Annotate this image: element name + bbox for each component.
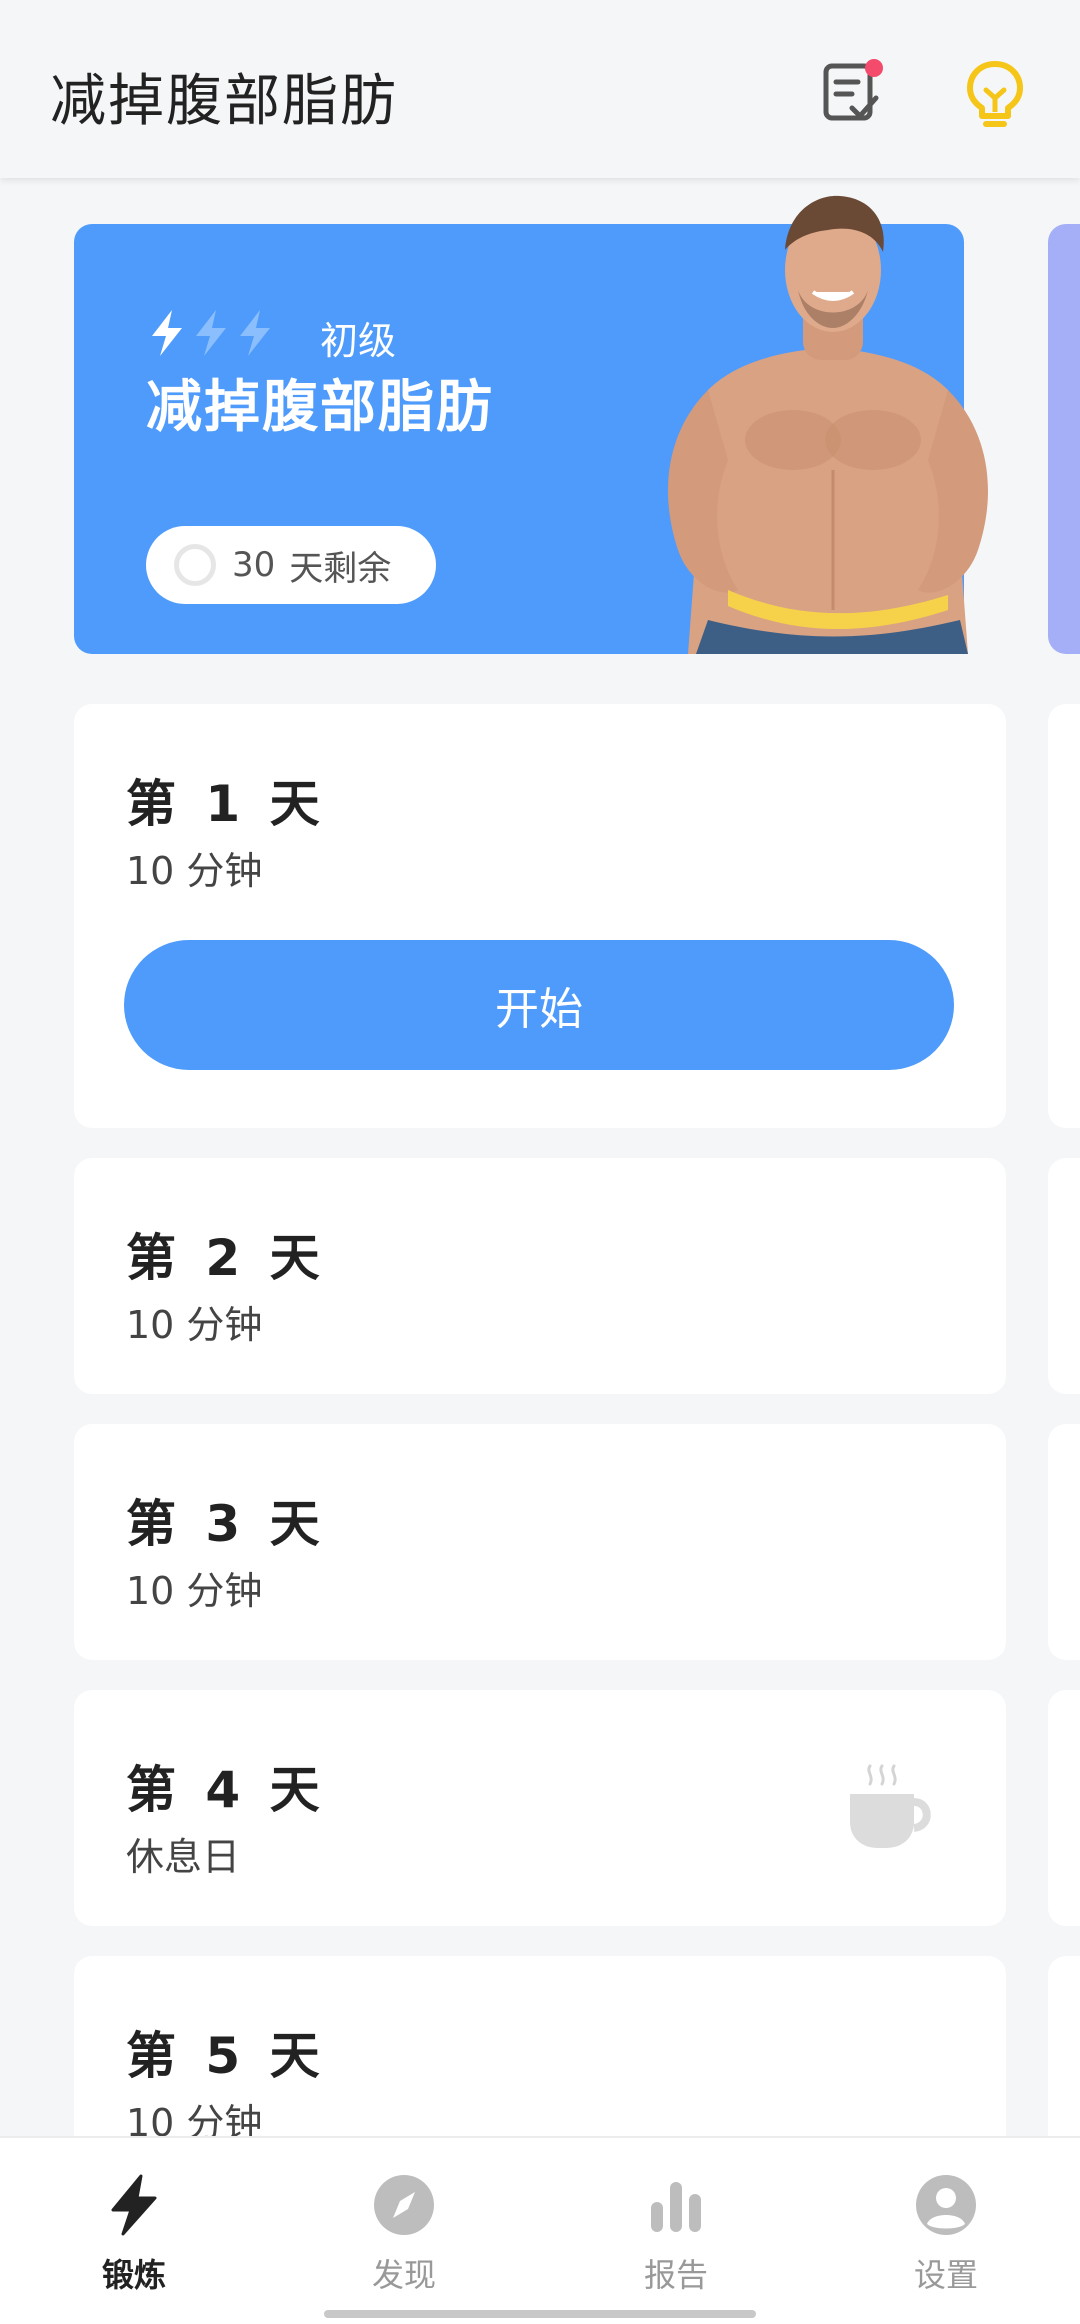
next-card-peek bbox=[1048, 1424, 1080, 1660]
nav-workout[interactable]: 锻炼 bbox=[34, 2172, 234, 2302]
day-title: 第 2 天 bbox=[126, 1229, 326, 1287]
difficulty-level: 初级 bbox=[320, 319, 397, 363]
day-title: 第 5 天 bbox=[126, 2027, 326, 2085]
next-plan-card[interactable] bbox=[1048, 224, 1080, 654]
coffee-cup-icon bbox=[850, 1764, 931, 1848]
nav-report[interactable]: 报告 bbox=[576, 2172, 776, 2302]
day-title: 第 3 天 bbox=[126, 1495, 326, 1553]
day-duration: 10 分钟 bbox=[126, 1569, 263, 1613]
nav-settings[interactable]: 设置 bbox=[846, 2172, 1046, 2302]
nav-label: 设置 bbox=[913, 2256, 978, 2294]
day-title: 第 1 天 bbox=[126, 775, 326, 833]
rest-day-label: 休息日 bbox=[126, 1835, 241, 1879]
compass-icon bbox=[374, 2175, 434, 2235]
next-card-peek bbox=[1048, 1690, 1080, 1926]
page-title: 减掉腹部脂肪 bbox=[50, 69, 398, 134]
workout-list[interactable]: 初级 减掉腹部脂肪 30 天剩余 第 1 天 10 分钟 开始 第 2 天 10… bbox=[0, 178, 1080, 2136]
days-remaining-label: 天剩余 bbox=[289, 548, 392, 589]
nav-label: 发现 bbox=[371, 2256, 436, 2294]
day-card-4[interactable]: 第 4 天 休息日 bbox=[74, 1690, 1006, 1926]
plan-title: 减掉腹部脂肪 bbox=[146, 375, 494, 440]
day-card-1[interactable]: 第 1 天 10 分钟 开始 bbox=[74, 704, 1006, 1128]
days-remaining-count: 30 bbox=[232, 545, 276, 585]
lightning-icon bbox=[240, 310, 270, 356]
days-remaining-badge: 30 天剩余 bbox=[146, 526, 436, 604]
user-icon bbox=[916, 2175, 976, 2235]
lightning-icon bbox=[196, 310, 226, 356]
difficulty-indicator bbox=[148, 310, 274, 356]
day-card-3[interactable]: 第 3 天 10 分钟 bbox=[74, 1424, 1006, 1660]
day-card-2[interactable]: 第 2 天 10 分钟 bbox=[74, 1158, 1006, 1394]
bottom-navigation: 锻炼 发现 报告 设置 bbox=[0, 2136, 1080, 2324]
day-duration: 10 分钟 bbox=[126, 849, 263, 893]
home-indicator bbox=[324, 2310, 756, 2318]
progress-ring bbox=[174, 544, 216, 586]
next-card-peek bbox=[1048, 1158, 1080, 1394]
lightning-icon bbox=[152, 310, 182, 356]
next-card-peek bbox=[1048, 704, 1080, 1128]
day-duration: 10 分钟 bbox=[126, 1303, 263, 1347]
start-button[interactable]: 开始 bbox=[124, 940, 954, 1070]
fitness-man-image bbox=[668, 195, 988, 654]
nav-discover[interactable]: 发现 bbox=[304, 2172, 504, 2302]
bar-chart-icon bbox=[651, 2182, 701, 2232]
checklist-icon[interactable] bbox=[818, 58, 888, 128]
nav-label: 报告 bbox=[643, 2256, 708, 2294]
app-header: 减掉腹部脂肪 bbox=[0, 0, 1080, 178]
day-duration: 10 分钟 bbox=[126, 2101, 263, 2136]
day-card-5[interactable]: 第 5 天 10 分钟 bbox=[74, 1956, 1006, 2136]
nav-label: 锻炼 bbox=[101, 2256, 166, 2294]
day-title: 第 4 天 bbox=[126, 1761, 326, 1819]
lightning-icon bbox=[111, 2174, 157, 2236]
next-card-peek bbox=[1048, 1956, 1080, 2136]
lightbulb-icon[interactable] bbox=[960, 58, 1030, 128]
